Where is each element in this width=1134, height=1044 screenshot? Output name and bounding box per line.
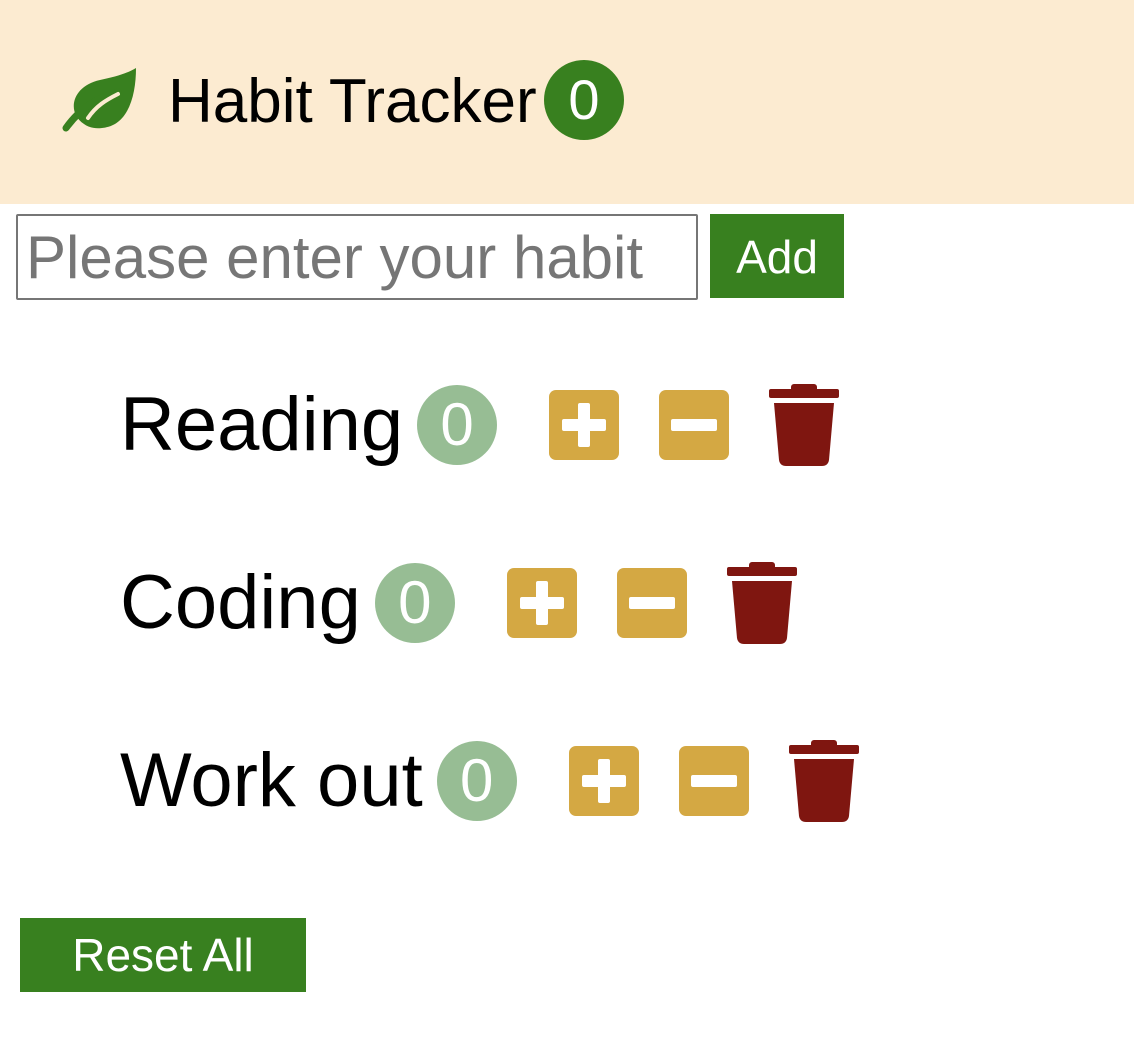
habit-count-badge: 0 <box>417 385 498 465</box>
minus-square-icon[interactable] <box>616 568 687 638</box>
trash-icon[interactable] <box>769 384 840 466</box>
habit-name: Work out <box>120 738 423 823</box>
navbar: Habit Tracker 0 <box>0 0 1134 204</box>
plus-square-icon[interactable] <box>568 746 639 816</box>
trash-icon[interactable] <box>726 562 797 644</box>
add-button[interactable]: Add <box>710 214 844 298</box>
leaf-icon <box>62 68 136 132</box>
habit-name: Reading <box>120 382 404 467</box>
app-title: Habit Tracker <box>168 67 537 136</box>
trash-icon[interactable] <box>788 740 859 822</box>
habit-count-badge: 0 <box>374 563 455 643</box>
plus-square-icon[interactable] <box>549 390 620 460</box>
reset-all-button[interactable]: Reset All <box>20 918 306 992</box>
habit-name: Coding <box>120 560 361 645</box>
habit-count-badge: 0 <box>436 741 517 821</box>
plus-square-icon[interactable] <box>506 568 577 638</box>
minus-square-icon[interactable] <box>659 390 730 460</box>
habit-item: Coding 0 <box>120 558 859 648</box>
habit-input[interactable] <box>16 214 698 300</box>
habit-item: Work out 0 <box>120 736 859 826</box>
minus-square-icon[interactable] <box>678 746 749 816</box>
habit-item: Reading 0 <box>120 380 859 470</box>
habit-list: Reading 0 Coding 0 Work out 0 <box>120 380 859 914</box>
total-count-badge: 0 <box>544 60 624 140</box>
